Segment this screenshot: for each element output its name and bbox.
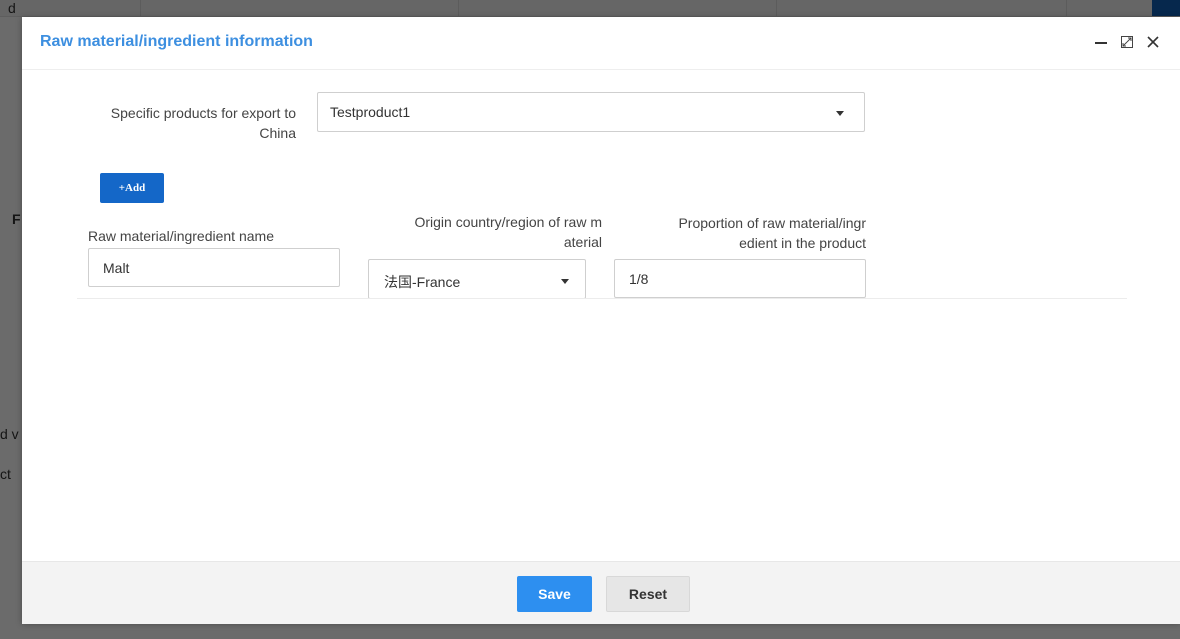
origin-label-line: aterial <box>563 234 602 250</box>
product-field-label: Specific products for export to China <box>46 103 296 143</box>
ingredient-name-value: Malt <box>103 259 130 276</box>
chevron-down-icon <box>561 279 569 284</box>
product-label-line: Specific products for export to <box>110 105 296 121</box>
ingredient-name-label: Raw material/ingredient name <box>88 228 274 244</box>
proportion-value: 1/8 <box>629 270 649 287</box>
add-ingredient-button[interactable]: + Add <box>100 173 164 203</box>
dialog-footer: Save Reset <box>22 561 1180 624</box>
save-button[interactable]: Save <box>517 576 592 612</box>
row-divider <box>77 298 1127 299</box>
proportion-input[interactable]: 1/8 <box>614 259 866 298</box>
add-button-label: Add <box>125 182 146 194</box>
proportion-label: Proportion of raw material/ingr edient i… <box>616 213 866 253</box>
window-controls <box>1092 31 1162 53</box>
proportion-label-line: Proportion of raw material/ingr <box>678 215 866 231</box>
ingredient-name-input[interactable]: Malt <box>88 248 340 287</box>
close-icon[interactable] <box>1144 31 1162 53</box>
dialog-title: Raw material/ingredient information <box>40 33 313 50</box>
ingredient-dialog: Raw material/ingredient information Spec… <box>22 17 1180 624</box>
minimize-icon[interactable] <box>1092 31 1110 53</box>
product-select[interactable]: Testproduct1 <box>317 92 865 132</box>
product-select-value: Testproduct1 <box>330 104 411 120</box>
proportion-label-line: edient in the product <box>739 235 866 251</box>
maximize-icon[interactable] <box>1118 31 1136 53</box>
chevron-down-icon <box>836 111 844 116</box>
origin-country-select[interactable]: 法国-France <box>368 259 586 299</box>
reset-button[interactable]: Reset <box>606 576 690 612</box>
origin-country-label: Origin country/region of raw m aterial <box>352 212 602 252</box>
origin-country-value: 法国-France <box>384 274 461 290</box>
dialog-header: Raw material/ingredient information <box>22 17 1180 70</box>
product-label-line: China <box>259 125 296 141</box>
origin-label-line: Origin country/region of raw m <box>414 214 602 230</box>
